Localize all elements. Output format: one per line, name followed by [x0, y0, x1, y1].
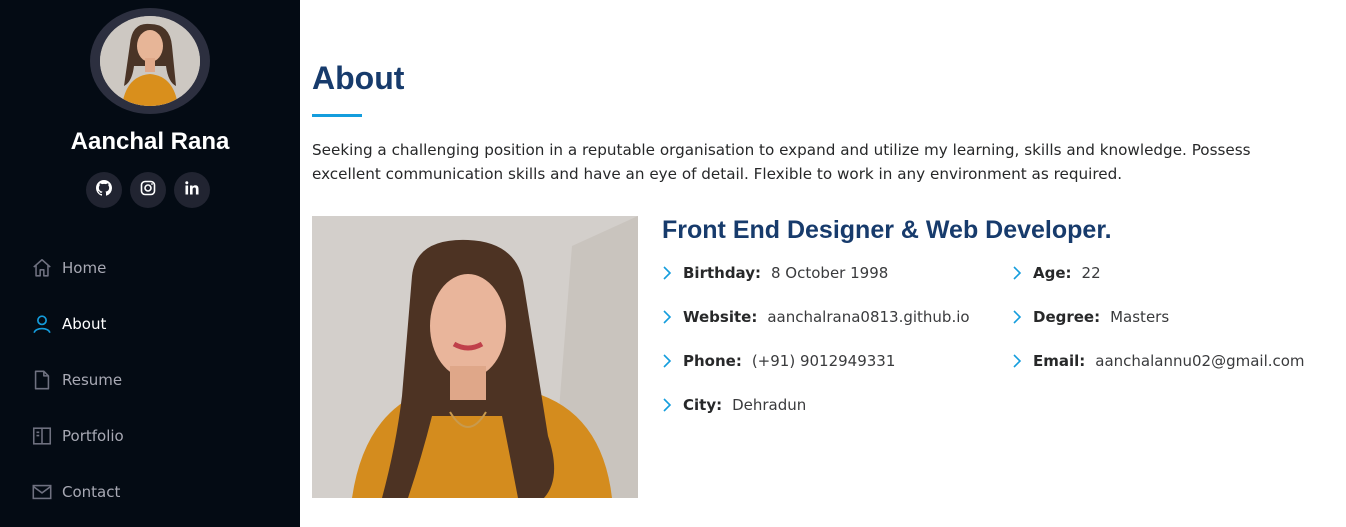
book-half-icon — [30, 424, 54, 448]
info-key: Age: — [1033, 264, 1072, 282]
about-intro: Seeking a challenging position in a repu… — [312, 141, 1251, 183]
social-links — [86, 172, 210, 208]
nav-menu: Home About Resume Portfolio Contact — [30, 240, 270, 520]
info-key: Birthday: — [683, 264, 761, 282]
chevron-right-icon — [1012, 309, 1026, 325]
chevron-right-icon — [1012, 265, 1026, 281]
instagram-link[interactable] — [130, 172, 166, 208]
instagram-icon — [140, 180, 156, 201]
nav-item-portfolio[interactable]: Portfolio — [30, 408, 270, 464]
nav-item-label: Contact — [62, 483, 121, 501]
profile-name: Aanchal Rana — [70, 128, 230, 155]
github-icon — [96, 179, 113, 201]
info-city: City: Dehradun — [662, 396, 806, 414]
info-key: Email: — [1033, 352, 1086, 370]
title-underline — [312, 114, 362, 117]
info-value: aanchalannu02@gmail.com — [1095, 352, 1305, 370]
envelope-icon — [30, 480, 54, 504]
info-key: Website: — [683, 308, 758, 326]
sidebar: Aanchal Rana Home About Resume Portfolio… — [0, 0, 300, 527]
chevron-right-icon — [662, 353, 676, 369]
profile-photo — [312, 216, 638, 498]
chevron-right-icon — [662, 309, 676, 325]
info-value: 22 — [1081, 264, 1101, 282]
chevron-right-icon — [662, 397, 676, 413]
info-website: Website: aanchalrana0813.github.io — [662, 308, 970, 326]
linkedin-icon — [184, 180, 200, 201]
avatar — [100, 16, 200, 106]
info-value: aanchalrana0813.github.io — [767, 308, 970, 326]
nav-item-label: Home — [62, 259, 107, 277]
info-birthday: Birthday: 8 October 1998 — [662, 264, 888, 282]
section-title: About — [312, 60, 405, 96]
info-age: Age: 22 — [1012, 264, 1101, 282]
info-key: City: — [683, 396, 723, 414]
info-key: Degree: — [1033, 308, 1101, 326]
chevron-right-icon — [1012, 353, 1026, 369]
info-email: Email: aanchalannu02@gmail.com — [1012, 352, 1305, 370]
nav-item-label: About — [62, 315, 107, 333]
info-value: (+91) 9012949331 — [751, 352, 896, 370]
role-title: Front End Designer & Web Developer. — [662, 216, 1112, 244]
info-degree: Degree: Masters — [1012, 308, 1169, 326]
info-value: Masters — [1110, 308, 1170, 326]
nav-item-label: Resume — [62, 371, 123, 389]
home-icon — [30, 256, 54, 280]
avatar-frame — [90, 8, 210, 114]
about-section: About Seeking a challenging position in … — [312, 0, 1332, 527]
linkedin-link[interactable] — [174, 172, 210, 208]
info-phone: Phone: (+91) 9012949331 — [662, 352, 895, 370]
info-value: 8 October 1998 — [771, 264, 889, 282]
nav-item-contact[interactable]: Contact — [30, 464, 270, 520]
file-icon — [30, 368, 54, 392]
nav-item-home[interactable]: Home — [30, 240, 270, 296]
github-link[interactable] — [86, 172, 122, 208]
chevron-right-icon — [662, 265, 676, 281]
info-key: Phone: — [683, 352, 742, 370]
info-value: Dehradun — [732, 396, 807, 414]
person-icon — [30, 312, 54, 336]
nav-item-about[interactable]: About — [30, 296, 270, 352]
nav-item-resume[interactable]: Resume — [30, 352, 270, 408]
nav-item-label: Portfolio — [62, 427, 124, 445]
